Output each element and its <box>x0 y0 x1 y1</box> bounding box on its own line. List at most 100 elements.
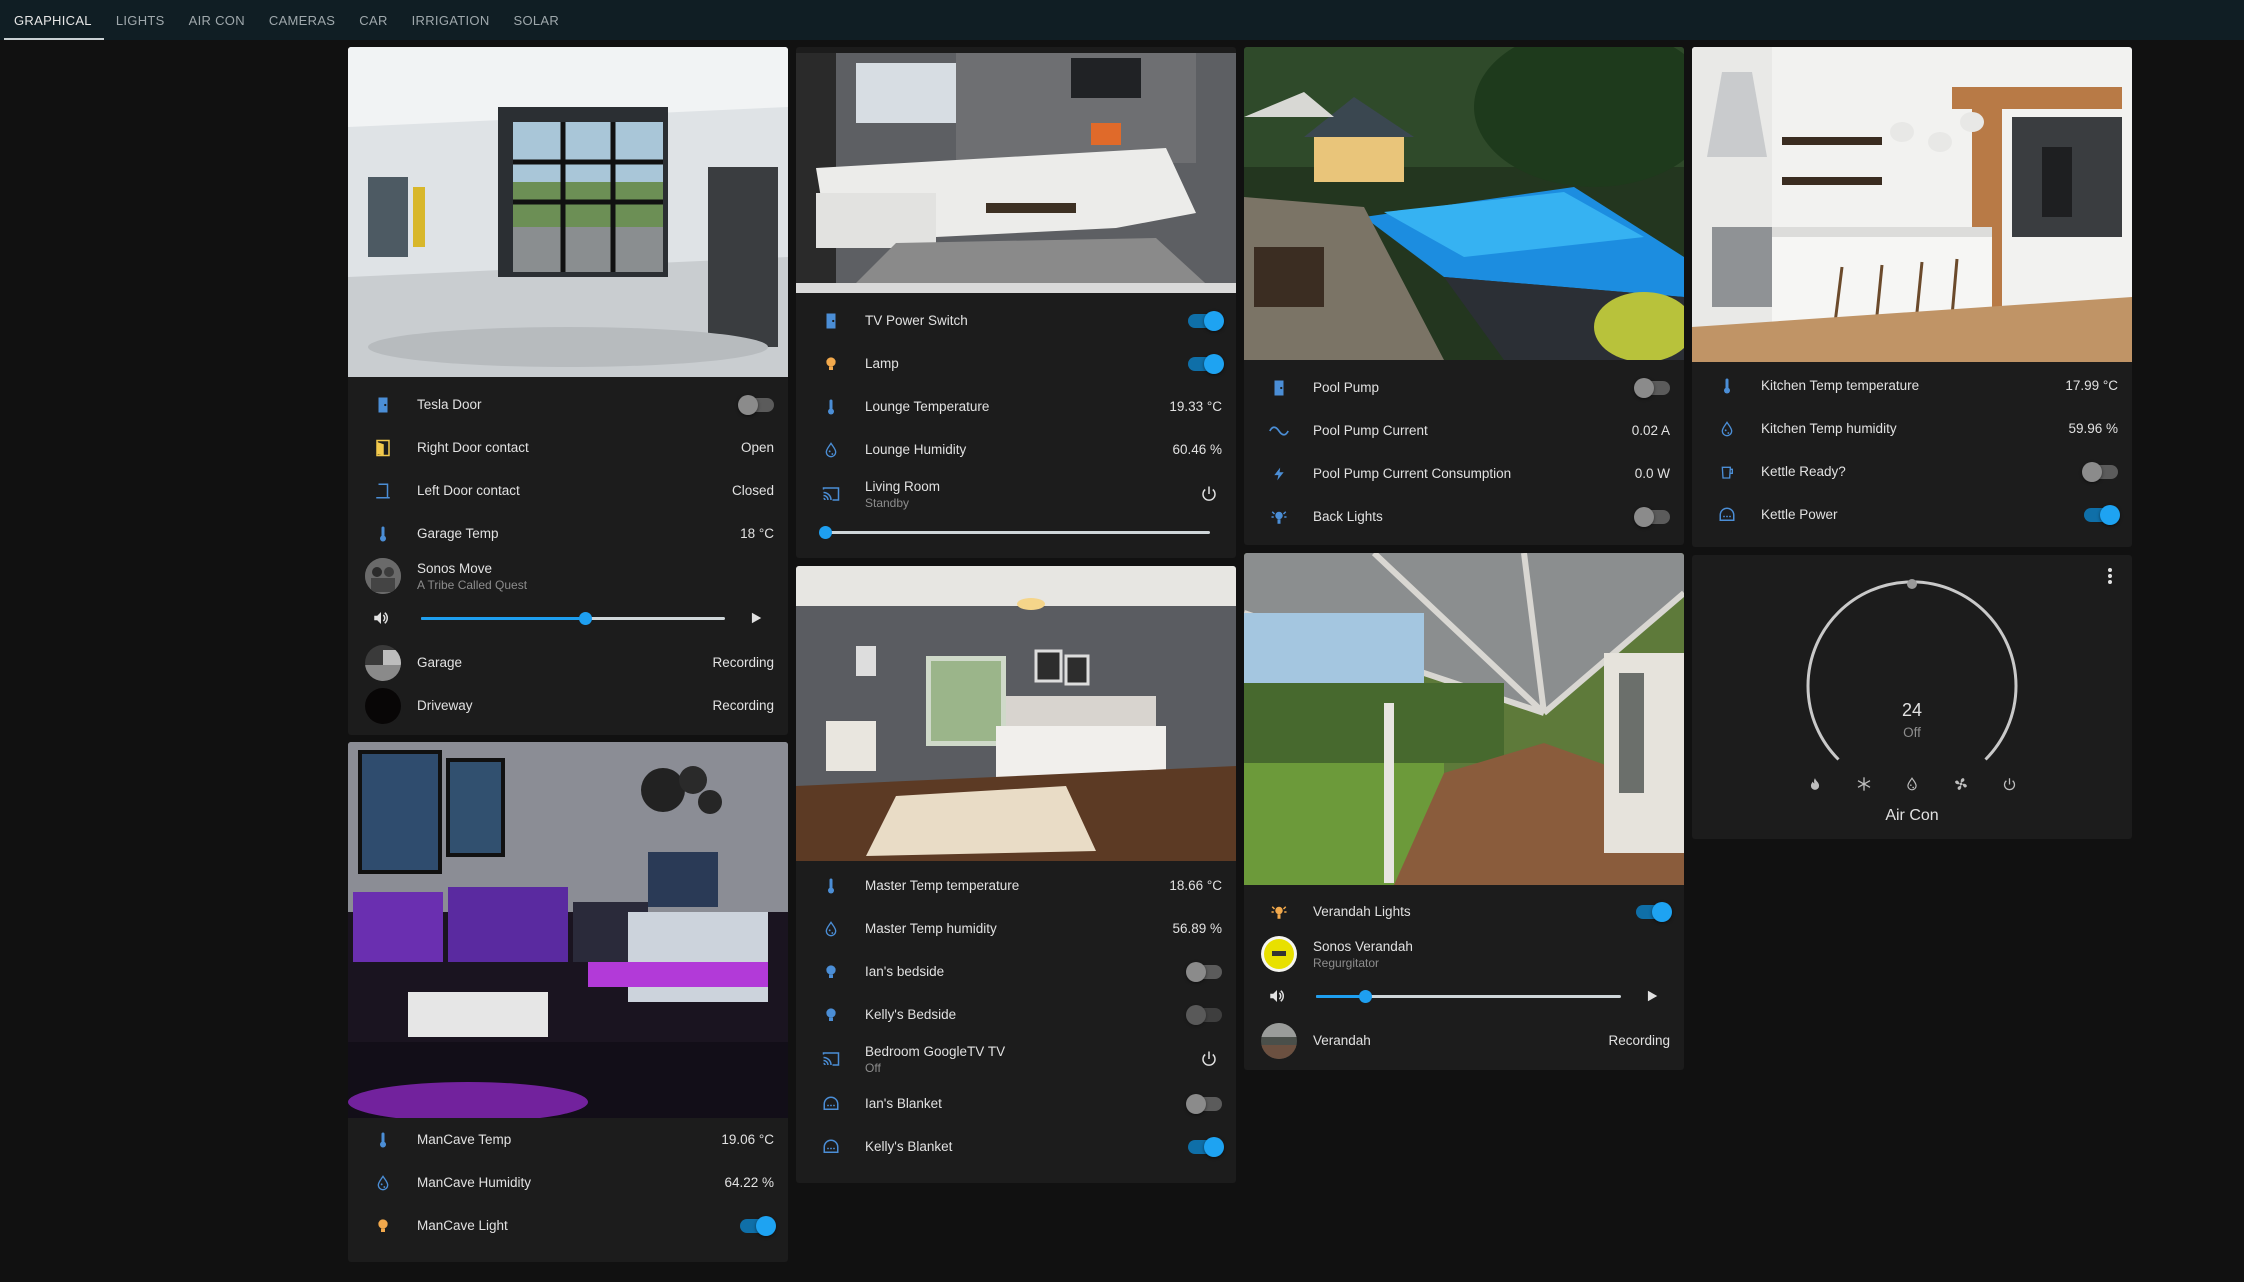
left-door-row[interactable]: Left Door contact Closed <box>348 469 788 512</box>
mancave-light-toggle[interactable] <box>740 1215 776 1236</box>
sonos-move-artist: A Tribe Called Quest <box>417 577 528 592</box>
pool-pump-consumption-row[interactable]: Pool Pump Current Consumption 0.0 W <box>1244 452 1684 495</box>
play-icon[interactable] <box>1639 983 1665 1009</box>
kelly-blanket-label: Kelly's Blanket <box>865 1139 953 1154</box>
thermometer-icon <box>1716 375 1738 397</box>
kitchen-temp-row[interactable]: Kitchen Temp temperature 17.99 °C <box>1692 364 2132 407</box>
mancave-light-row[interactable]: ManCave Light <box>348 1204 788 1247</box>
mancave-temp-label: ManCave Temp <box>417 1132 512 1147</box>
sonos-move-row[interactable]: Sonos Move A Tribe Called Quest <box>348 555 788 597</box>
tab-solar[interactable]: SOLAR <box>502 0 572 40</box>
left-door-label: Left Door contact <box>417 483 520 498</box>
volume-icon[interactable] <box>1264 983 1290 1009</box>
verandah-camera-row[interactable]: Verandah Recording <box>1244 1019 1684 1062</box>
thermostat-dial[interactable] <box>1800 579 2024 789</box>
cast-icon <box>820 483 842 505</box>
power-icon[interactable] <box>1196 1046 1222 1072</box>
setpoint-value: 24 <box>1901 700 1923 720</box>
kettle-ready-row[interactable]: Kettle Ready? <box>1692 450 2132 493</box>
power-icon[interactable] <box>2000 775 2018 793</box>
kettle-power-row[interactable]: Kettle Power <box>1692 493 2132 536</box>
pool-pump-current-row[interactable]: Pool Pump Current 0.02 A <box>1244 409 1684 452</box>
tesla-door-toggle[interactable] <box>738 394 774 415</box>
lamp-label: Lamp <box>865 356 899 371</box>
master-humidity-row[interactable]: Master Temp humidity 56.89 % <box>796 907 1236 950</box>
pool-pump-consumption-value: 0.0 W <box>1634 466 1670 481</box>
heating-pad-icon <box>820 1093 842 1115</box>
door-open-icon <box>372 437 394 459</box>
tab-graphical[interactable]: GRAPHICAL <box>0 0 104 40</box>
living-room-media-row[interactable]: Living Room Standby <box>796 471 1236 517</box>
lounge-humidity-row[interactable]: Lounge Humidity 60.46 % <box>796 428 1236 471</box>
garage-image <box>348 47 788 377</box>
sonos-verandah-volume-slider[interactable] <box>1316 990 1621 1003</box>
dry-icon[interactable] <box>1903 775 1921 793</box>
verandah-lights-row[interactable]: Verandah Lights <box>1244 890 1684 933</box>
verandah-image <box>1244 553 1684 885</box>
bedroom-tv-row[interactable]: Bedroom GoogleTV TV Off <box>796 1036 1236 1082</box>
kitchen-image <box>1692 47 2132 362</box>
play-icon[interactable] <box>743 605 769 631</box>
kettle-power-toggle[interactable] <box>2084 504 2120 525</box>
tv-power-toggle[interactable] <box>1188 310 1224 331</box>
lamp-toggle[interactable] <box>1188 353 1224 374</box>
kelly-blanket-toggle[interactable] <box>1188 1136 1224 1157</box>
mancave-light-label: ManCave Light <box>417 1218 508 1233</box>
ian-bedside-toggle[interactable] <box>1186 961 1222 982</box>
kelly-bedside-row[interactable]: Kelly's Bedside <box>796 993 1236 1036</box>
sonos-verandah-row[interactable]: Sonos Verandah Regurgitator <box>1244 933 1684 975</box>
driveway-camera-row[interactable]: Driveway Recording <box>348 684 788 727</box>
lounge-temp-row[interactable]: Lounge Temperature 19.33 °C <box>796 385 1236 428</box>
heating-pad-icon <box>1716 504 1738 526</box>
kettle-icon <box>1716 461 1738 483</box>
bedroom-tv-state: Off <box>865 1060 881 1075</box>
garage-card: Tesla Door Right Door contact Open Left … <box>348 47 788 735</box>
living-room-volume-slider[interactable] <box>819 526 1210 539</box>
power-icon[interactable] <box>1196 481 1222 507</box>
garage-camera-label: Garage <box>417 655 463 670</box>
back-lights-row[interactable]: Back Lights <box>1244 495 1684 538</box>
tesla-door-row[interactable]: Tesla Door <box>348 383 788 426</box>
kitchen-humidity-row[interactable]: Kitchen Temp humidity 59.96 % <box>1692 407 2132 450</box>
tab-air-con[interactable]: AIR CON <box>177 0 257 40</box>
verandah-camera-label: Verandah <box>1313 1033 1371 1048</box>
lamp-row[interactable]: Lamp <box>796 342 1236 385</box>
mancave-humidity-label: ManCave Humidity <box>417 1175 532 1190</box>
ian-bedside-row[interactable]: Ian's bedside <box>796 950 1236 993</box>
ian-blanket-row[interactable]: Ian's Blanket <box>796 1082 1236 1125</box>
right-door-row[interactable]: Right Door contact Open <box>348 426 788 469</box>
kelly-blanket-row[interactable]: Kelly's Blanket <box>796 1125 1236 1168</box>
setpoint-handle[interactable] <box>1907 579 1917 589</box>
pool-pump-row[interactable]: Pool Pump <box>1244 366 1684 409</box>
tab-lights[interactable]: LIGHTS <box>104 0 177 40</box>
more-options-icon[interactable] <box>2097 563 2123 589</box>
master-temp-row[interactable]: Master Temp temperature 18.66 °C <box>796 864 1236 907</box>
kettle-ready-toggle[interactable] <box>2082 461 2118 482</box>
ian-blanket-toggle[interactable] <box>1186 1093 1222 1114</box>
volume-icon[interactable] <box>368 605 394 631</box>
sonos-verandah-controls <box>1244 975 1684 1019</box>
door-closed-icon <box>372 480 394 502</box>
kelly-bedside-toggle[interactable] <box>1186 1004 1222 1025</box>
tesla-door-label: Tesla Door <box>417 397 482 412</box>
tab-irrigation[interactable]: IRRIGATION <box>400 0 502 40</box>
cool-icon[interactable] <box>1855 775 1873 793</box>
garage-temp-row[interactable]: Garage Temp 18 °C <box>348 512 788 555</box>
tab-car[interactable]: CAR <box>347 0 399 40</box>
heat-icon[interactable] <box>1806 775 1824 793</box>
fan-icon[interactable] <box>1952 775 1970 793</box>
tab-cameras[interactable]: CAMERAS <box>257 0 347 40</box>
thermometer-icon <box>372 523 394 545</box>
verandah-lights-toggle[interactable] <box>1636 901 1672 922</box>
lounge-humidity-value: 60.46 % <box>1172 442 1222 457</box>
water-percent-icon <box>820 918 842 940</box>
mancave-card: ManCave Temp 19.06 °C ManCave Humidity 6… <box>348 742 788 1262</box>
tv-power-row[interactable]: TV Power Switch <box>796 299 1236 342</box>
hvac-state: Off <box>1903 725 1921 740</box>
sonos-move-volume-slider[interactable] <box>421 612 725 625</box>
pool-pump-toggle[interactable] <box>1634 377 1670 398</box>
mancave-temp-row[interactable]: ManCave Temp 19.06 °C <box>348 1118 788 1161</box>
back-lights-toggle[interactable] <box>1634 506 1670 527</box>
garage-camera-row[interactable]: Garage Recording <box>348 641 788 684</box>
mancave-humidity-row[interactable]: ManCave Humidity 64.22 % <box>348 1161 788 1204</box>
